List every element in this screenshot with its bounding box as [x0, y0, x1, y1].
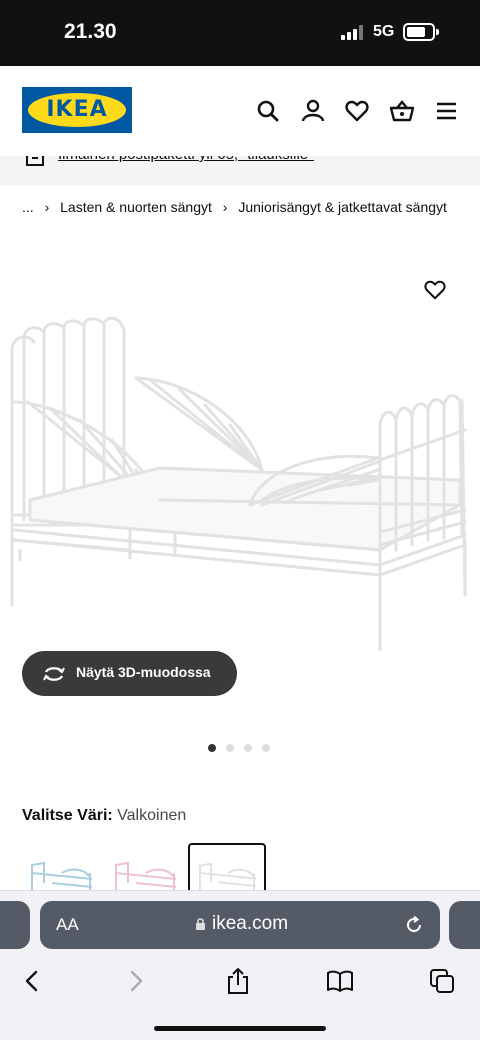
tabs-icon[interactable]: [428, 967, 456, 995]
view-3d-label: Näytä 3D-muodossa: [76, 664, 211, 680]
url-text[interactable]: ikea.com: [212, 913, 288, 935]
basket-icon[interactable]: [389, 98, 415, 124]
back-icon[interactable]: [18, 967, 46, 995]
reload-icon[interactable]: [404, 915, 424, 935]
share-icon[interactable]: [224, 967, 252, 995]
color-value: Valkoinen: [117, 807, 187, 824]
battery-icon: [403, 23, 439, 41]
rotate-3d-icon: [43, 667, 65, 681]
color-label: Valitse Väri:: [22, 807, 113, 824]
browser-toolbar: AA ikea.com: [0, 890, 480, 1040]
chevron-right-icon: ›: [44, 199, 50, 215]
carousel-dot[interactable]: [208, 744, 216, 752]
status-time: 21.30: [64, 20, 117, 43]
bookmarks-icon[interactable]: [326, 967, 354, 995]
browser-nav-row: [0, 963, 480, 999]
favourite-heart-icon[interactable]: [423, 279, 447, 301]
site-header-overlay: IKEA: [0, 66, 480, 156]
forward-icon[interactable]: [122, 967, 150, 995]
menu-icon[interactable]: [434, 98, 460, 124]
carousel-dot[interactable]: [244, 744, 252, 752]
color-selector-label: Valitse Väri: Valkoinen: [22, 807, 186, 825]
heart-icon[interactable]: [344, 98, 370, 124]
breadcrumb-item[interactable]: Lasten & nuorten sängyt: [60, 199, 212, 215]
reader-settings-button[interactable]: AA: [56, 915, 79, 935]
carousel-dot[interactable]: [262, 744, 270, 752]
search-icon[interactable]: [255, 98, 281, 124]
breadcrumb-item[interactable]: Juniorisängyt & jatkettavat sängyt: [238, 199, 447, 215]
signal-icon: [341, 25, 363, 40]
account-icon[interactable]: [300, 98, 326, 124]
ikea-logo[interactable]: IKEA: [22, 87, 132, 133]
home-indicator: [154, 1026, 326, 1031]
breadcrumb: ... › Lasten & nuorten sängyt › Junioris…: [22, 199, 447, 215]
lock-icon: [196, 918, 205, 930]
previous-tab-peek[interactable]: [0, 901, 30, 949]
status-bar: 21.30 5G: [0, 0, 480, 66]
next-tab-peek[interactable]: [449, 901, 480, 949]
view-3d-button[interactable]: Näytä 3D-muodossa: [22, 651, 237, 696]
product-image-bed[interactable]: [0, 310, 480, 660]
network-type: 5G: [373, 23, 395, 40]
chevron-right-icon: ›: [222, 199, 228, 215]
logo-text: IKEA: [46, 97, 108, 122]
carousel-dots: [208, 739, 280, 752]
breadcrumb-ellipsis[interactable]: ...: [22, 199, 34, 215]
carousel-dot[interactable]: [226, 744, 234, 752]
address-bar[interactable]: AA ikea.com: [40, 901, 440, 949]
